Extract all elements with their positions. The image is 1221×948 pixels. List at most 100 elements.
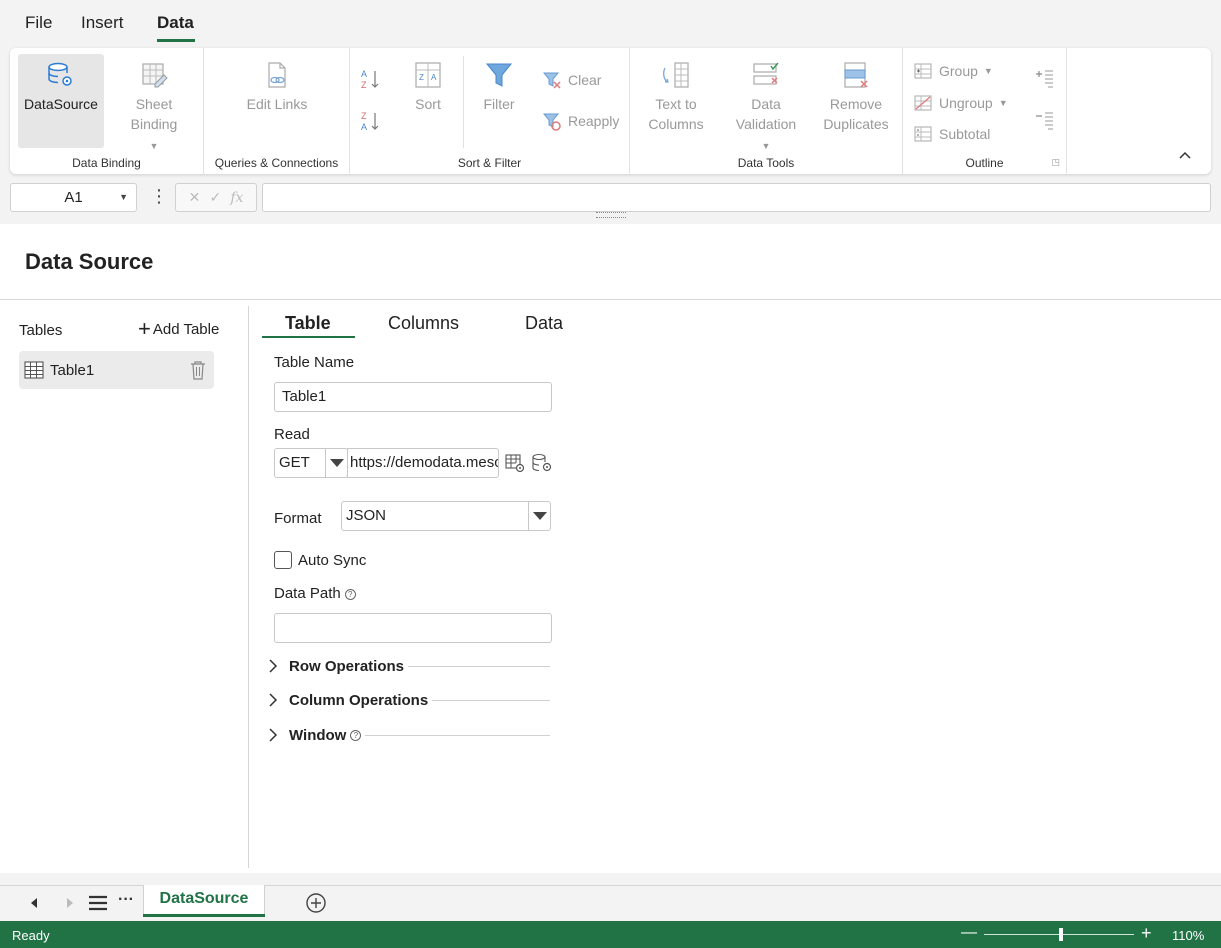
read-method-select[interactable]: GET bbox=[274, 448, 348, 478]
add-table-button[interactable]: + Add Table bbox=[138, 316, 219, 341]
reapply-button[interactable]: Reapply bbox=[542, 111, 619, 131]
chevron-down-icon[interactable]: ▼ bbox=[119, 184, 128, 211]
reapply-icon bbox=[542, 113, 561, 131]
group-data-binding: DataSource Sheet Binding ▼ Data Binding bbox=[10, 48, 204, 174]
chevron-down-icon[interactable] bbox=[528, 502, 550, 530]
sort-button[interactable]: Z A Sort bbox=[398, 60, 458, 114]
menu-insert[interactable]: Insert bbox=[81, 13, 124, 33]
data-validation-label-2: Validation bbox=[735, 116, 797, 132]
sort-ascending-button[interactable]: A Z bbox=[360, 68, 380, 90]
ungroup-button[interactable]: Ungroup ▼ bbox=[913, 93, 1008, 113]
confirm-icon[interactable]: ✓ bbox=[209, 189, 221, 206]
divider bbox=[0, 299, 1221, 300]
chevron-right-icon bbox=[269, 659, 278, 673]
formula-input[interactable] bbox=[262, 183, 1211, 212]
clear-filter-button[interactable]: Clear bbox=[542, 70, 601, 90]
read-label: Read bbox=[274, 426, 310, 443]
add-sheet-icon[interactable] bbox=[306, 893, 326, 913]
datasource-button[interactable]: DataSource bbox=[18, 54, 104, 148]
filter-button[interactable]: Filter bbox=[468, 60, 530, 114]
column-operations-section[interactable]: Column Operations bbox=[266, 689, 550, 711]
cancel-icon[interactable]: ✕ bbox=[189, 189, 201, 206]
row-operations-section[interactable]: Row Operations bbox=[266, 655, 550, 677]
auto-sync-checkbox[interactable] bbox=[274, 551, 292, 569]
status-bar: Ready — + 110% bbox=[0, 921, 1221, 948]
sort-descending-button[interactable]: Z A bbox=[360, 110, 380, 132]
database-settings-icon bbox=[48, 62, 72, 86]
trash-icon[interactable] bbox=[190, 360, 206, 380]
sort-za-icon: Z A bbox=[361, 111, 379, 132]
column-operations-label: Column Operations bbox=[289, 691, 429, 709]
group-queries: Edit Links Queries & Connections bbox=[204, 48, 350, 174]
resize-handle[interactable] bbox=[596, 212, 626, 218]
read-url-input[interactable]: https://demodata.mescius.io bbox=[347, 448, 499, 478]
divider bbox=[248, 306, 249, 868]
previous-sheet-icon[interactable] bbox=[30, 898, 38, 908]
function-icon[interactable]: fx bbox=[230, 190, 243, 206]
help-icon[interactable]: ? bbox=[344, 588, 356, 600]
collapse-ribbon-icon[interactable] bbox=[1178, 150, 1192, 160]
data-path-input[interactable] bbox=[274, 613, 552, 643]
data-validation-button[interactable]: Data Validation ▼ bbox=[726, 60, 806, 156]
filter-icon bbox=[485, 63, 513, 87]
edit-links-button[interactable]: Edit Links bbox=[234, 60, 320, 114]
clear-filter-icon bbox=[542, 72, 561, 89]
dialog-launcher-icon[interactable]: ◳ bbox=[1051, 157, 1060, 168]
subtotal-button[interactable]: Subtotal bbox=[913, 124, 990, 144]
next-sheet-icon[interactable] bbox=[66, 898, 74, 908]
filter-label: Filter bbox=[483, 96, 515, 112]
group-label-queries: Queries & Connections bbox=[214, 156, 339, 170]
remove-duplicates-icon bbox=[844, 62, 868, 88]
table-list-item[interactable]: Table1 bbox=[19, 351, 214, 389]
sort-az-icon: A Z bbox=[361, 69, 379, 90]
chevron-right-icon bbox=[269, 728, 278, 742]
menu-active-indicator bbox=[157, 39, 195, 42]
divider bbox=[432, 699, 550, 701]
auto-sync-label: Auto Sync bbox=[298, 552, 367, 569]
group-label-data-binding: Data Binding bbox=[72, 156, 141, 170]
read-method-value: GET bbox=[279, 454, 310, 471]
menu-data[interactable]: Data bbox=[157, 13, 194, 33]
table-settings-icon[interactable] bbox=[505, 453, 525, 473]
database-settings-icon[interactable] bbox=[531, 453, 553, 473]
zoom-level[interactable]: 110% bbox=[1172, 928, 1204, 943]
sort-icon: Z A bbox=[415, 62, 441, 88]
plus-icon: + bbox=[138, 316, 151, 341]
chevron-down-icon[interactable] bbox=[325, 449, 347, 477]
hide-detail-button[interactable] bbox=[1035, 108, 1055, 132]
name-box[interactable]: A1 ▼ bbox=[10, 183, 137, 212]
svg-text:Z: Z bbox=[419, 73, 424, 82]
sheet-binding-button[interactable]: Sheet Binding ▼ bbox=[114, 54, 194, 151]
zoom-out-icon[interactable]: — bbox=[961, 924, 977, 942]
remove-duplicates-button[interactable]: Remove Duplicates bbox=[816, 60, 896, 134]
row-operations-label: Row Operations bbox=[289, 657, 405, 675]
group-data-tools: Text to Columns Data Validation ▼ Remove… bbox=[630, 48, 903, 174]
zoom-slider-thumb[interactable] bbox=[1059, 928, 1063, 941]
group-button[interactable]: Group ▼ bbox=[913, 61, 993, 81]
sheet-binding-label-1: Sheet bbox=[135, 96, 173, 112]
show-detail-button[interactable] bbox=[1035, 66, 1055, 90]
format-select[interactable]: JSON bbox=[341, 501, 551, 531]
svg-text:A: A bbox=[431, 73, 437, 82]
table-name-input[interactable]: Table1 bbox=[274, 382, 552, 412]
divider bbox=[408, 665, 550, 667]
tab-table[interactable]: Table bbox=[285, 313, 331, 334]
menu-file[interactable]: File bbox=[25, 13, 52, 33]
group-sort-filter: A Z Z A Z A Sort Filter Clear Reapply So… bbox=[350, 48, 630, 174]
svg-text:A: A bbox=[361, 69, 367, 79]
chevron-down-icon: ▼ bbox=[761, 141, 771, 151]
text-to-columns-button[interactable]: Text to Columns bbox=[638, 60, 714, 134]
sheet-tab-datasource[interactable]: DataSource bbox=[143, 885, 265, 917]
more-options-icon[interactable]: ⋮ bbox=[150, 186, 168, 206]
ribbon: DataSource Sheet Binding ▼ Data Binding … bbox=[10, 48, 1211, 174]
all-sheets-icon[interactable] bbox=[89, 895, 107, 911]
more-sheets-icon[interactable]: ··· bbox=[118, 891, 134, 909]
edit-links-label: Edit Links bbox=[246, 96, 308, 112]
help-icon[interactable]: ? bbox=[350, 729, 362, 741]
menu-bar: File Insert Data bbox=[0, 0, 1221, 44]
status-text: Ready bbox=[12, 928, 50, 943]
zoom-in-icon[interactable]: + bbox=[1141, 923, 1152, 944]
tab-data[interactable]: Data bbox=[525, 313, 563, 334]
tab-columns[interactable]: Columns bbox=[388, 313, 459, 334]
window-section[interactable]: Window ? bbox=[266, 724, 550, 746]
